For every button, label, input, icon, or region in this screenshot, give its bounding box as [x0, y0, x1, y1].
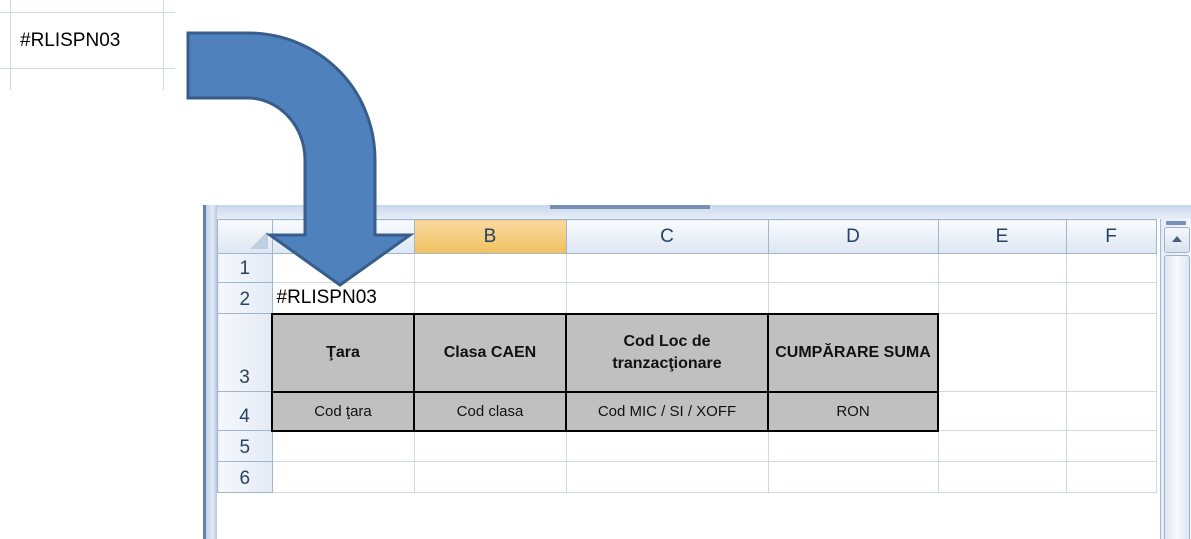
cell[interactable]	[1065, 391, 1157, 431]
cell[interactable]	[565, 282, 769, 314]
cell-snippet: #RLISPN03	[0, 0, 175, 90]
row-header-4[interactable]: 4	[217, 391, 273, 431]
cell[interactable]	[1065, 461, 1157, 493]
grid-line	[163, 0, 164, 90]
cell[interactable]	[937, 313, 1067, 392]
cell[interactable]	[767, 461, 939, 493]
row-header-2[interactable]: 2	[217, 282, 273, 314]
cell[interactable]	[271, 430, 415, 462]
cell[interactable]	[937, 282, 1067, 314]
table-subheader-row: 4 Cod ţara Cod clasa Cod MIC / SI / XOFF…	[217, 390, 1157, 432]
cell[interactable]	[767, 282, 939, 314]
cell[interactable]	[413, 430, 567, 462]
column-header-d[interactable]: D	[767, 219, 939, 254]
spreadsheet-window: B C D E F 1 2 #RLISPN03 3 Ţara Clasa CAE…	[203, 205, 1191, 539]
cell[interactable]	[565, 430, 769, 462]
row-header-3[interactable]: 3	[217, 313, 273, 392]
cell[interactable]	[565, 461, 769, 493]
snippet-cell-text: #RLISPN03	[20, 30, 121, 51]
header-cumparare-suma[interactable]: CUMPĂRARE SUMA	[767, 312, 939, 393]
scroll-up-arrow-icon	[1172, 236, 1182, 242]
column-header-e[interactable]: E	[937, 219, 1067, 254]
scrollbar-thumb[interactable]	[1164, 255, 1190, 539]
sheet-tab-indicator	[550, 205, 710, 209]
cell[interactable]	[1065, 282, 1157, 314]
cell[interactable]	[271, 253, 415, 283]
cell[interactable]	[937, 461, 1067, 493]
grid-line	[0, 12, 175, 13]
cell[interactable]	[1065, 253, 1157, 283]
cell[interactable]	[937, 391, 1067, 431]
cell[interactable]	[413, 253, 567, 283]
row-header-6[interactable]: 6	[217, 461, 273, 493]
subheader-cod-mic[interactable]: Cod MIC / SI / XOFF	[565, 390, 769, 432]
cell[interactable]	[937, 430, 1067, 462]
table-row: 5	[217, 430, 1157, 462]
select-all-button[interactable]	[217, 219, 273, 254]
window-left-frame	[203, 205, 217, 539]
cell[interactable]	[937, 253, 1067, 283]
cell[interactable]	[767, 253, 939, 283]
grid-line	[0, 68, 175, 69]
subheader-cod-clasa[interactable]: Cod clasa	[413, 390, 567, 432]
table-header-row: 3 Ţara Clasa CAEN Cod Loc de tranzacţion…	[217, 312, 1157, 393]
column-header-b[interactable]: B	[413, 219, 567, 254]
subheader-ron[interactable]: RON	[767, 390, 939, 432]
row-header-5[interactable]: 5	[217, 430, 273, 462]
window-top-frame	[203, 205, 1191, 219]
row-header-1[interactable]: 1	[217, 253, 273, 283]
column-header-f[interactable]: F	[1065, 219, 1157, 254]
cell[interactable]	[1065, 313, 1157, 392]
column-header-row: B C D E F	[217, 219, 1157, 254]
subheader-cod-tara[interactable]: Cod ţara	[271, 390, 415, 432]
table-row: 6	[217, 461, 1157, 493]
column-header-c[interactable]: C	[565, 219, 769, 254]
table-row: 1	[217, 253, 1157, 283]
header-clasa-caen[interactable]: Clasa CAEN	[413, 312, 567, 393]
header-cod-loc[interactable]: Cod Loc de tranzacţionare	[565, 312, 769, 393]
cell[interactable]	[413, 461, 567, 493]
cell[interactable]	[413, 282, 567, 314]
cell[interactable]	[767, 430, 939, 462]
cell[interactable]	[1065, 430, 1157, 462]
table-row: 2 #RLISPN03	[217, 282, 1157, 314]
vertical-scrollbar[interactable]	[1160, 219, 1191, 539]
select-all-triangle-icon	[249, 231, 268, 249]
cell-a2[interactable]: #RLISPN03	[271, 282, 415, 314]
worksheet-grid[interactable]: B C D E F 1 2 #RLISPN03 3 Ţara Clasa CAE…	[217, 219, 1157, 493]
grid-line	[10, 0, 11, 90]
cell[interactable]	[565, 253, 769, 283]
scroll-up-button[interactable]	[1164, 227, 1190, 253]
column-header-a[interactable]	[271, 219, 415, 254]
split-handle[interactable]	[1166, 221, 1186, 225]
cell[interactable]	[271, 461, 415, 493]
header-tara[interactable]: Ţara	[271, 312, 415, 393]
